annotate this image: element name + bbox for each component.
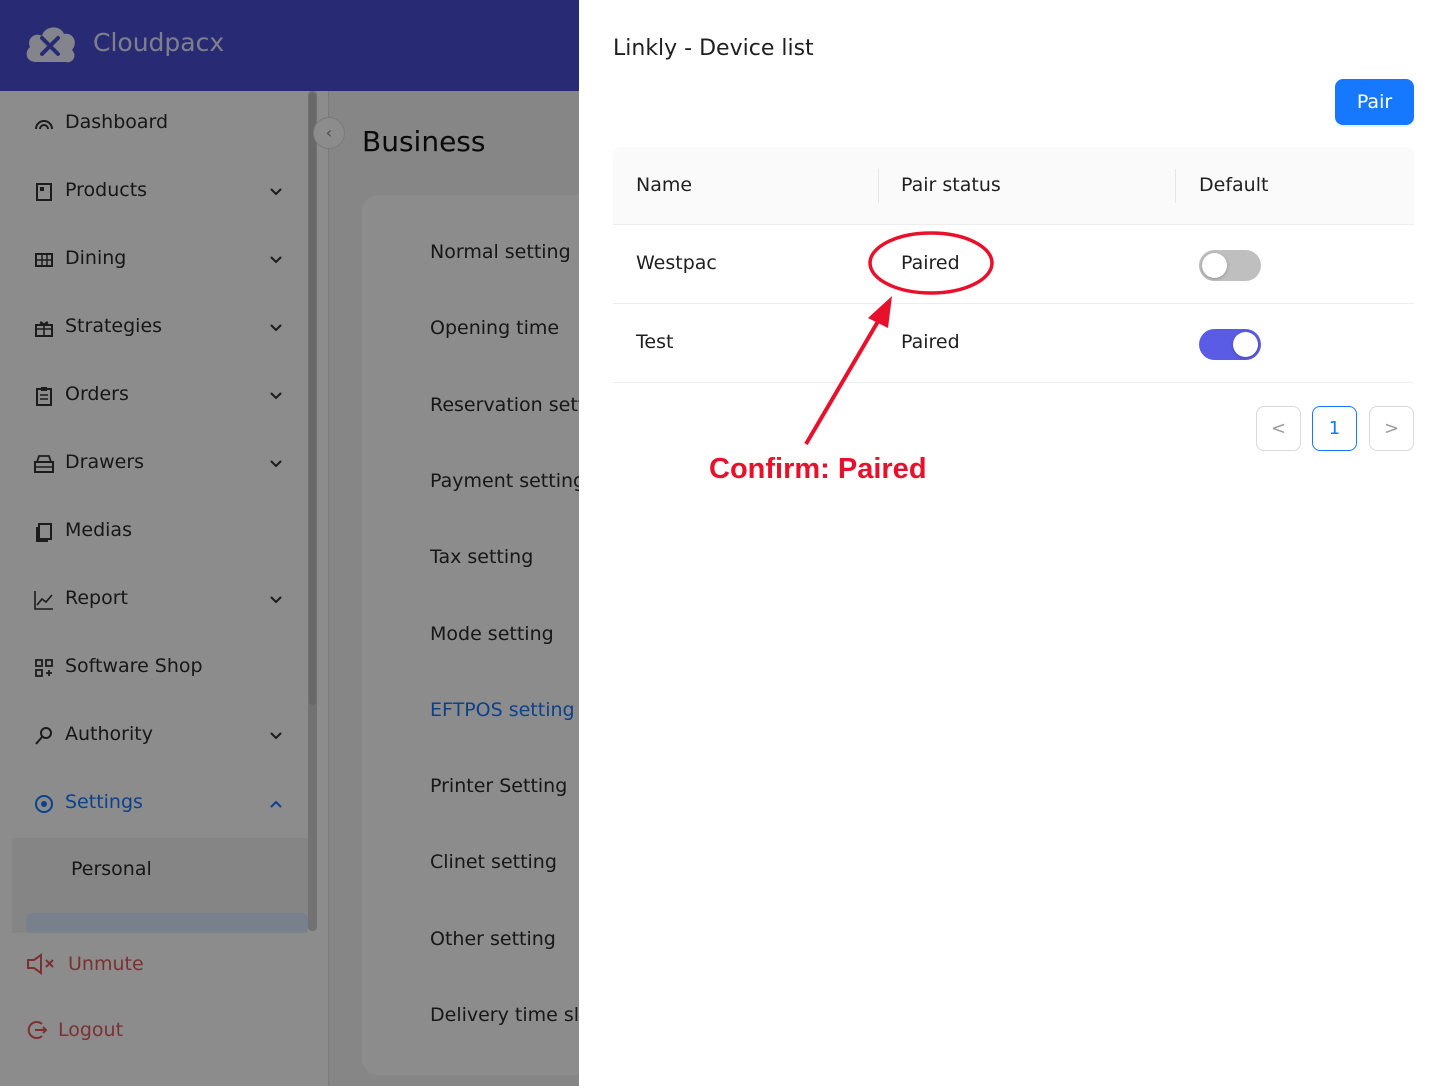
chevron-down-icon bbox=[267, 387, 285, 405]
annotation-label: Confirm: Paired bbox=[709, 453, 927, 485]
table-row: Test Paired bbox=[613, 304, 1414, 383]
sidebar-item-label: Drawers bbox=[65, 451, 145, 473]
sidebar-item-label: Dashboard bbox=[65, 111, 169, 133]
sidebar-item-label: Software Shop bbox=[65, 655, 203, 677]
pagination-prev-button[interactable]: < bbox=[1256, 406, 1301, 451]
submenu-item-personal[interactable]: Personal bbox=[71, 858, 152, 880]
sidebar-item-label: Authority bbox=[65, 723, 153, 745]
dashboard-icon bbox=[33, 113, 55, 135]
submenu-selected-item[interactable] bbox=[26, 913, 308, 933]
apps-icon bbox=[33, 657, 55, 679]
chart-icon bbox=[33, 589, 55, 611]
sidebar-item-medias[interactable]: Medias bbox=[0, 507, 305, 559]
sidebar-item-label: Settings bbox=[65, 791, 143, 813]
sidebar-item-orders[interactable]: Orders bbox=[0, 371, 305, 423]
page-title: Business bbox=[362, 125, 486, 158]
sidebar-item-label: Orders bbox=[65, 383, 129, 405]
top-bar: Cloudpacx bbox=[0, 0, 579, 91]
logout-label: Logout bbox=[58, 1019, 124, 1041]
sidebar-item-dashboard[interactable]: Dashboard bbox=[0, 99, 305, 151]
setting-item[interactable]: EFTPOS setting bbox=[430, 699, 575, 721]
setting-item[interactable]: Other setting bbox=[430, 928, 556, 950]
setting-item[interactable]: Delivery time slo bbox=[430, 1004, 579, 1026]
sidebar-item-products[interactable]: Products bbox=[0, 167, 305, 219]
settings-icon bbox=[33, 793, 55, 815]
setting-item[interactable]: Printer Setting bbox=[430, 775, 567, 797]
device-list-drawer: Linkly - Device list Pair Name Pair stat… bbox=[579, 0, 1448, 1086]
sidebar: Dashboard Products Dining Strategies Orders D… bbox=[0, 91, 329, 1086]
sidebar-item-label: Products bbox=[65, 179, 148, 201]
sidebar-item-software-shop[interactable]: Software Shop bbox=[0, 643, 305, 695]
setting-item[interactable]: Reservation setti bbox=[430, 394, 579, 416]
collapse-sidebar-button[interactable]: ‹ bbox=[313, 117, 345, 149]
setting-item[interactable]: Clinet setting bbox=[430, 851, 557, 873]
setting-item[interactable]: Opening time bbox=[430, 317, 559, 339]
device-name: Test bbox=[636, 331, 674, 353]
main-content: ‹ Business Normal setting Opening time Res… bbox=[313, 91, 579, 1086]
sidebar-item-authority[interactable]: Authority bbox=[0, 711, 305, 763]
sidebar-item-drawers[interactable]: Drawers bbox=[0, 439, 305, 491]
speaker-muted-icon bbox=[27, 953, 54, 975]
cloud-logo-icon bbox=[26, 27, 75, 63]
sidebar-item-label: Strategies bbox=[65, 315, 163, 337]
chevron-down-icon bbox=[267, 455, 285, 473]
drawer-icon bbox=[33, 453, 55, 475]
column-header-name: Name bbox=[636, 174, 693, 196]
chevron-down-icon bbox=[267, 591, 285, 609]
clipboard-icon bbox=[33, 385, 55, 407]
pagination-page-1[interactable]: 1 bbox=[1312, 406, 1357, 451]
unmute-button[interactable]: Unmute bbox=[26, 953, 144, 975]
sidebar-item-label: Dining bbox=[65, 247, 127, 269]
logout-icon bbox=[27, 1021, 48, 1039]
pair-status: Paired bbox=[901, 252, 960, 274]
app-background: Cloudpacx Dashboard Products Dining Strateg… bbox=[0, 0, 579, 1086]
table-header: Name Pair status Default bbox=[613, 147, 1414, 225]
media-icon bbox=[33, 521, 55, 543]
chevron-up-icon bbox=[267, 795, 285, 813]
chevron-down-icon bbox=[267, 319, 285, 337]
unmute-label: Unmute bbox=[68, 953, 144, 975]
key-icon bbox=[33, 725, 55, 747]
logout-button[interactable]: Logout bbox=[26, 1019, 123, 1041]
pagination-next-button[interactable]: > bbox=[1369, 406, 1414, 451]
chevron-down-icon bbox=[267, 251, 285, 269]
table-row: Westpac Paired bbox=[613, 225, 1414, 304]
sidebar-item-report[interactable]: Report bbox=[0, 575, 305, 627]
default-toggle[interactable] bbox=[1199, 329, 1261, 360]
brand-name: Cloudpacx bbox=[93, 28, 225, 57]
sidebar-item-label: Report bbox=[65, 587, 128, 609]
sidebar-item-dining[interactable]: Dining bbox=[0, 235, 305, 287]
setting-item[interactable]: Normal setting bbox=[430, 241, 571, 263]
sidebar-item-strategies[interactable]: Strategies bbox=[0, 303, 305, 355]
drawer-title: Linkly - Device list bbox=[613, 36, 814, 61]
sidebar-item-label: Medias bbox=[65, 519, 132, 541]
products-icon bbox=[33, 181, 55, 203]
column-header-pair-status: Pair status bbox=[901, 174, 1001, 196]
chevron-down-icon bbox=[267, 183, 285, 201]
setting-item[interactable]: Mode setting bbox=[430, 623, 554, 645]
gift-icon bbox=[33, 317, 55, 339]
dining-icon bbox=[33, 249, 55, 271]
device-name: Westpac bbox=[636, 252, 717, 274]
chevron-down-icon bbox=[267, 727, 285, 745]
pair-button[interactable]: Pair bbox=[1335, 79, 1414, 125]
setting-item[interactable]: Tax setting bbox=[430, 546, 533, 568]
pair-status: Paired bbox=[901, 331, 960, 353]
column-header-default: Default bbox=[1199, 174, 1269, 196]
sidebar-scrollbar[interactable] bbox=[308, 91, 317, 931]
setting-item[interactable]: Payment setting bbox=[430, 470, 579, 492]
default-toggle[interactable] bbox=[1199, 250, 1261, 281]
sidebar-item-settings[interactable]: Settings bbox=[0, 779, 305, 831]
